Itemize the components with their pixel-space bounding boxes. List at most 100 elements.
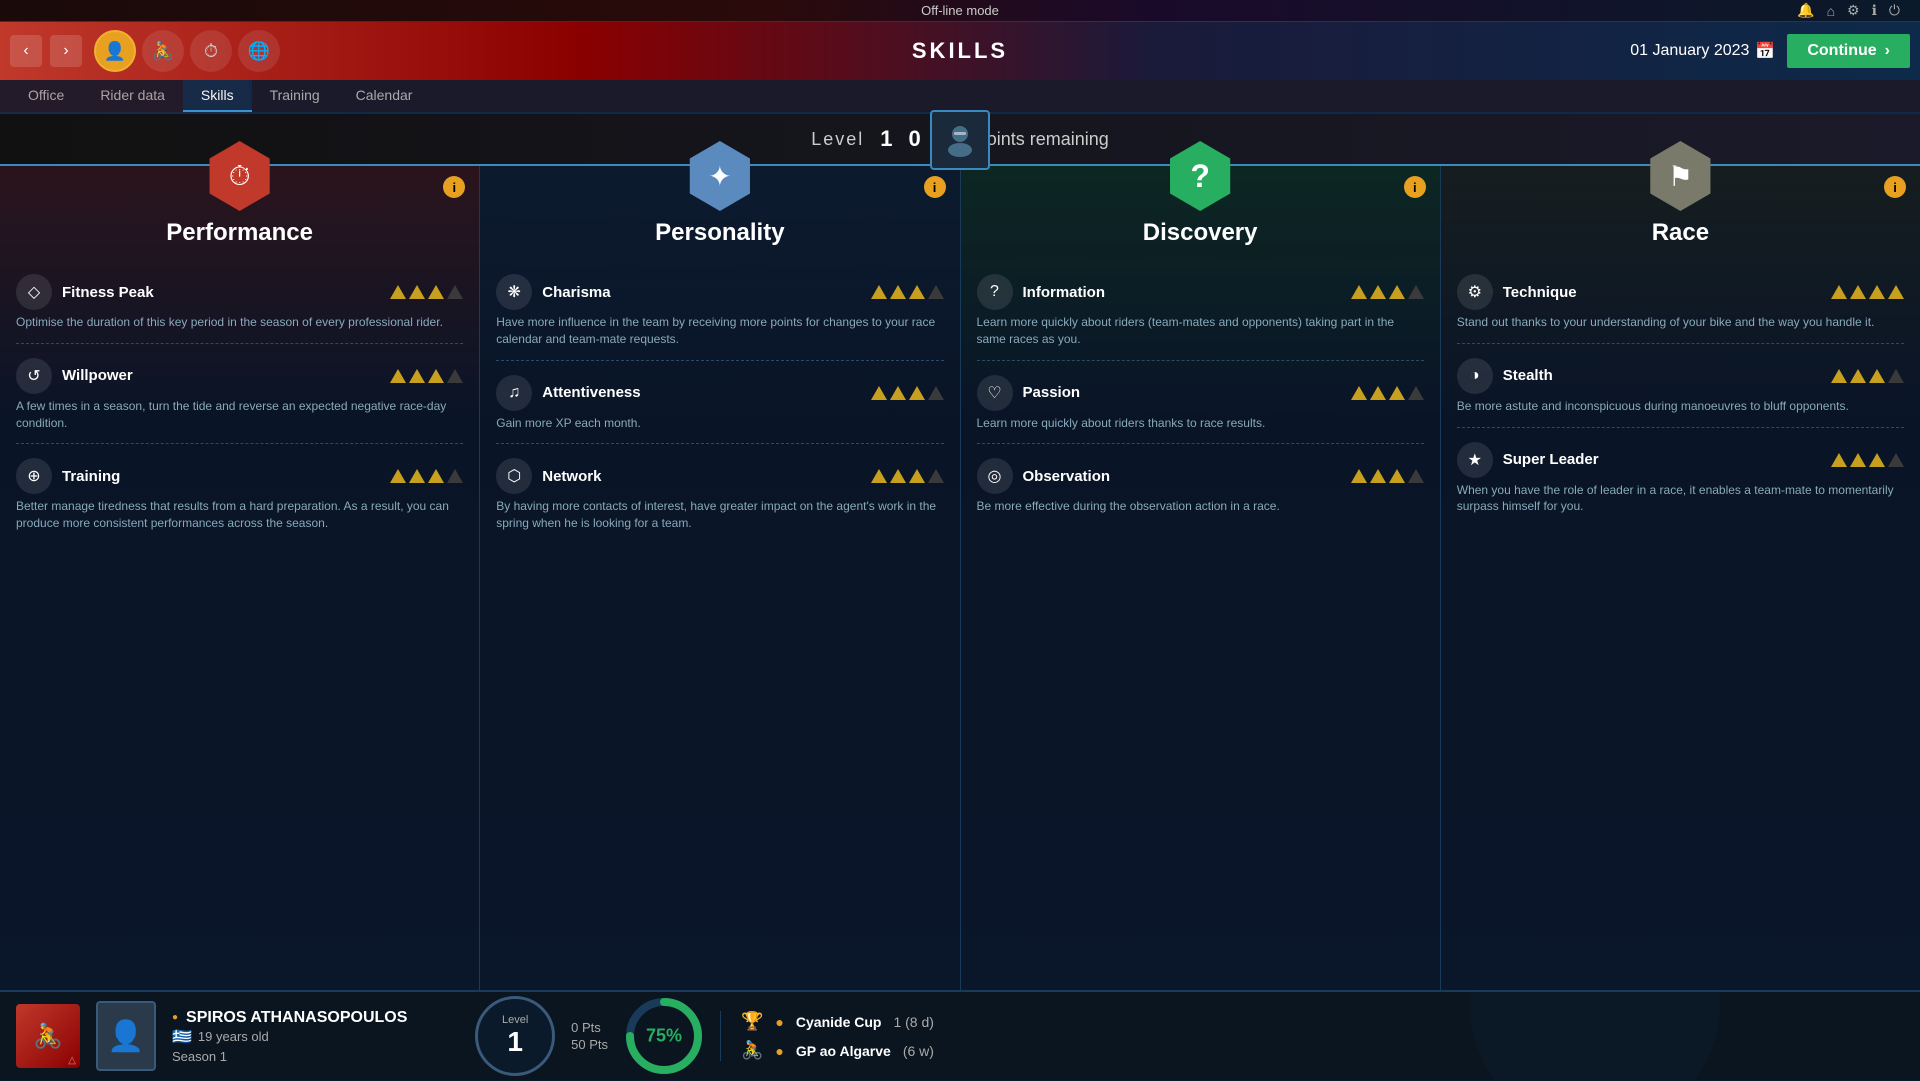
nav-clock-icon[interactable]: ⏱ — [190, 30, 232, 72]
divider-1 — [16, 343, 463, 344]
triangle-4 — [928, 469, 944, 483]
divider-7 — [1457, 343, 1904, 344]
continue-arrow-icon: › — [1885, 42, 1890, 60]
triangle-4 — [928, 285, 944, 299]
performance-header: ⏱ i Performance — [0, 166, 479, 266]
training-icon: ⊕ — [16, 458, 52, 494]
observation-desc: Be more effective during the observation… — [977, 498, 1424, 515]
nav-globe-icon[interactable]: 🌐 — [238, 30, 280, 72]
charisma-desc: Have more influence in the team by recei… — [496, 314, 943, 348]
divider-5 — [977, 360, 1424, 361]
triangle-1 — [1831, 285, 1847, 299]
tab-office[interactable]: Office — [10, 80, 82, 112]
personality-info-button[interactable]: i — [924, 176, 946, 198]
skill-super-leader: ★ Super Leader When you have the role of… — [1441, 434, 1920, 522]
triangle-3 — [1869, 285, 1885, 299]
level-bar: Level 1 0 Skill Points remaining — [0, 114, 1920, 166]
gear-icon[interactable]: ⚙ — [1847, 2, 1860, 19]
triangle-3 — [1389, 386, 1405, 400]
triangle-4 — [928, 386, 944, 400]
triangle-3 — [909, 386, 925, 400]
race-item-2: 🚴 ● GP ao Algarve (6 w) — [741, 1040, 1900, 1061]
super-leader-name: Super Leader — [1503, 451, 1817, 468]
tab-skills[interactable]: Skills — [183, 80, 252, 112]
offline-mode-label: Off-line mode — [921, 3, 999, 18]
triangle-3 — [428, 369, 444, 383]
stealth-name: Stealth — [1503, 367, 1817, 384]
divider-8 — [1457, 427, 1904, 428]
trophy-icon: 🏆 — [741, 1011, 763, 1032]
skill-technique: ⚙ Technique Stand out thanks to your und… — [1441, 266, 1920, 337]
level-circle-number: 1 — [507, 1026, 523, 1058]
info-icon[interactable]: ℹ — [1872, 2, 1877, 19]
skill-training: ⊕ Training Better manage tiredness that … — [0, 450, 479, 538]
rider-season: Season 1 — [172, 1049, 459, 1064]
triangle-2 — [1370, 469, 1386, 483]
super-leader-bar-container — [1827, 453, 1904, 467]
pts-current: 0 Pts — [571, 1020, 608, 1035]
triangle-3 — [1869, 453, 1885, 467]
performance-icon: ⏱ — [229, 160, 251, 193]
triangle-4 — [1408, 469, 1424, 483]
tab-bar: Office Rider data Skills Training Calend… — [0, 80, 1920, 114]
technique-triangles — [1831, 285, 1904, 299]
network-name: Network — [542, 468, 856, 485]
triangle-1 — [390, 285, 406, 299]
rider-age-text: 19 years old — [198, 1029, 269, 1044]
power-icon[interactable]: ⏻ — [1889, 2, 1900, 19]
triangle-2 — [1850, 369, 1866, 383]
observation-icon: ◎ — [977, 458, 1013, 494]
level-number: 1 — [880, 126, 892, 152]
triangle-4 — [1888, 285, 1904, 299]
tab-rider-data[interactable]: Rider data — [82, 80, 183, 112]
triangle-3 — [428, 285, 444, 299]
bell-icon[interactable]: 🔔 — [1797, 2, 1814, 19]
column-race: ⚑ i Race ⚙ Technique — [1441, 166, 1920, 990]
training-desc: Better manage tiredness that results fro… — [16, 498, 463, 532]
discovery-info-button[interactable]: i — [1404, 176, 1426, 198]
charisma-triangles — [871, 285, 944, 299]
divider-2 — [16, 443, 463, 444]
training-name: Training — [62, 468, 376, 485]
rider-status-dot: ● — [172, 1012, 178, 1023]
nav-right: 01 January 2023 📅 Continue › — [1630, 34, 1910, 68]
triangle-2 — [409, 369, 425, 383]
race-name-2: GP ao Algarve — [796, 1043, 891, 1059]
willpower-icon: ↺ — [16, 358, 52, 394]
triangle-1 — [871, 386, 887, 400]
calendar-icon[interactable]: 📅 — [1755, 41, 1775, 61]
date-text: 01 January 2023 — [1630, 42, 1749, 60]
nav-bar: ‹ › 👤 🚴 ⏱ 🌐 SKILLS 01 January 2023 📅 Con… — [0, 22, 1920, 80]
nav-team-icon[interactable]: 🚴 — [142, 30, 184, 72]
nav-rider-icon[interactable]: 👤 — [94, 30, 136, 72]
triangle-2 — [1370, 285, 1386, 299]
training-triangles — [390, 469, 463, 483]
tab-calendar[interactable]: Calendar — [338, 80, 431, 112]
willpower-name: Willpower — [62, 367, 376, 384]
triangle-4 — [447, 469, 463, 483]
tab-training[interactable]: Training — [252, 80, 338, 112]
performance-title: Performance — [166, 219, 313, 247]
top-bar-icons: 🔔 ⌂ ⚙ ℹ ⏻ — [1797, 2, 1900, 19]
race-dot-1: ● — [775, 1014, 783, 1030]
race-info-button[interactable]: i — [1884, 176, 1906, 198]
fitness-peak-desc: Optimise the duration of this key period… — [16, 314, 463, 331]
race-title: Race — [1652, 219, 1709, 247]
skill-fitness-peak: ◇ Fitness Peak Optimise the duration of … — [0, 266, 479, 337]
super-leader-triangles — [1831, 453, 1904, 467]
skill-passion: ♡ Passion Learn more quickly about rider… — [961, 367, 1440, 438]
continue-button[interactable]: Continue › — [1787, 34, 1910, 68]
triangle-3 — [1389, 285, 1405, 299]
charisma-bar-container — [867, 285, 944, 299]
nav-forward-button[interactable]: › — [50, 35, 82, 67]
skill-charisma: ❋ Charisma Have more influence in the te… — [480, 266, 959, 354]
performance-info-button[interactable]: i — [443, 176, 465, 198]
rider-photo: 👤 — [96, 1001, 156, 1071]
information-icon: ? — [977, 274, 1013, 310]
nav-back-button[interactable]: ‹ — [10, 35, 42, 67]
home-icon[interactable]: ⌂ — [1827, 3, 1835, 19]
triangle-3 — [909, 285, 925, 299]
progress-pct-label: 75% — [646, 1026, 682, 1047]
rider-info: ● SPIROS ATHANASOPOULOS 🇬🇷 19 years old … — [172, 1009, 459, 1064]
triangle-1 — [1351, 469, 1367, 483]
